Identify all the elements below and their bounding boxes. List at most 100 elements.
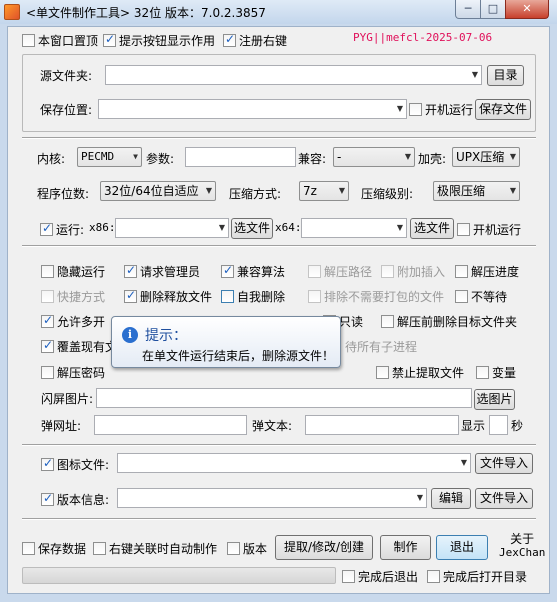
icon-file-combo[interactable]: ▼ (117, 453, 471, 473)
extract-progress-label: 解压进度 (471, 265, 520, 279)
extract-path-label: 解压路径 (324, 265, 373, 279)
source-folder-combo[interactable]: ▼ (105, 65, 482, 85)
make-button[interactable]: 制作 (380, 535, 431, 560)
x86-combo[interactable]: ▼ (115, 218, 229, 238)
x64-combo[interactable]: ▼ (301, 218, 407, 238)
seconds-label: 秒 (511, 419, 524, 433)
version-info-checkbox[interactable]: 版本信息: (41, 491, 109, 508)
splash-input[interactable] (96, 388, 472, 408)
checkbox-box[interactable] (41, 265, 54, 278)
checkbox-box[interactable] (227, 542, 240, 555)
checkbox-box[interactable] (124, 263, 137, 278)
exit-button[interactable]: 退出 (436, 535, 488, 560)
wait-all-children-label: 待所有子进程 (345, 340, 418, 354)
register-right-click-label: 注册右键 (239, 34, 288, 48)
checkbox-box[interactable] (376, 366, 389, 379)
checkbox-box[interactable] (93, 542, 106, 555)
save-file-button[interactable]: 保存文件 (475, 99, 531, 120)
checkbox-box[interactable] (427, 570, 440, 583)
overwrite-existing-label: 覆盖现有文 (57, 340, 118, 354)
about-link[interactable]: 关于 JexChan (499, 532, 545, 560)
checkbox-box[interactable] (41, 456, 54, 471)
no-wait-checkbox[interactable]: 不等待 (455, 288, 507, 305)
request-admin-checkbox[interactable]: 请求管理员 (124, 263, 200, 280)
checkbox-box[interactable] (40, 221, 53, 236)
checkbox-box[interactable] (103, 32, 116, 47)
run-checkbox[interactable]: 运行: (40, 221, 84, 238)
checkbox-box[interactable] (457, 223, 470, 236)
exit-when-done-checkbox[interactable]: 完成后退出 (342, 568, 418, 585)
kernel-select[interactable]: PECMD ▼ (77, 147, 142, 167)
version-info-combo[interactable]: ▼ (117, 488, 427, 508)
checkbox-box[interactable] (221, 263, 234, 278)
mutate-checkbox[interactable]: 变量 (476, 364, 516, 381)
open-dir-when-done-checkbox[interactable]: 完成后打开目录 (427, 568, 527, 585)
checkbox-box[interactable] (476, 366, 489, 379)
checkbox-box[interactable] (223, 32, 236, 47)
checkbox-box[interactable] (41, 313, 54, 328)
checkbox-box[interactable] (22, 542, 35, 555)
close-button[interactable]: ✕ (505, 0, 549, 19)
hidden-run-checkbox[interactable]: 隐藏运行 (41, 263, 105, 280)
version-import-button[interactable]: 文件导入 (475, 488, 533, 509)
extract-progress-checkbox[interactable]: 解压进度 (455, 263, 519, 280)
compress-method-select[interactable]: 7z ▼ (299, 181, 349, 201)
right-click-auto-checkbox[interactable]: 右键关联时自动制作 (93, 540, 217, 557)
x64-select-file-button[interactable]: 选文件 (410, 218, 454, 239)
compat-select[interactable]: - ▼ (333, 147, 415, 167)
shell-select[interactable]: UPX压缩 ▼ (452, 147, 520, 167)
extract-path-checkbox: 解压路径 (308, 263, 372, 280)
checkbox-box[interactable] (41, 366, 54, 379)
save-location-combo[interactable]: ▼ (98, 99, 407, 119)
show-seconds-input[interactable] (489, 415, 508, 435)
checkbox-box[interactable] (455, 265, 468, 278)
compat-algo-checkbox[interactable]: 兼容算法 (221, 263, 285, 280)
delete-released-checkbox[interactable]: 删除释放文件 (124, 288, 212, 305)
icon-import-button[interactable]: 文件导入 (475, 453, 533, 474)
source-startup-run-checkbox[interactable]: 开机运行 (409, 101, 473, 118)
params-input[interactable] (185, 147, 296, 167)
stay-on-top-checkbox[interactable]: 本窗口置顶 (22, 32, 98, 49)
attach-insert-label: 附加插入 (397, 265, 446, 279)
x64-label: x64: (275, 221, 302, 234)
version-checkbox[interactable]: 版本 (227, 540, 267, 557)
icon-file-checkbox[interactable]: 图标文件: (41, 456, 109, 473)
tooltip-buttons-checkbox[interactable]: 提示按钮显示作用 (103, 32, 215, 49)
options-startup-run-checkbox[interactable]: 开机运行 (457, 221, 521, 238)
delete-target-before-checkbox[interactable]: 解压前删除目标文件夹 (381, 313, 517, 330)
save-data-checkbox[interactable]: 保存数据 (22, 540, 86, 557)
version-info-label: 版本信息: (57, 493, 110, 507)
extract-password-label: 解压密码 (57, 366, 106, 380)
checkbox-box[interactable] (41, 338, 54, 353)
compress-level-select[interactable]: 极限压缩 ▼ (433, 181, 520, 201)
edit-version-button[interactable]: 编辑 (431, 488, 471, 509)
allow-multi-checkbox[interactable]: 允许多开 (41, 313, 105, 330)
checkbox-box[interactable] (41, 491, 54, 506)
select-image-button[interactable]: 选图片 (474, 389, 515, 410)
arch-select[interactable]: 32位/64位自适应 ▼ (100, 181, 216, 201)
overwrite-existing-checkbox[interactable]: 覆盖现有文 (41, 338, 117, 355)
popup-url-input[interactable] (94, 415, 247, 435)
checkbox-box[interactable] (221, 290, 234, 303)
checkbox-box[interactable] (455, 290, 468, 303)
extract-password-checkbox[interactable]: 解压密码 (41, 364, 105, 381)
x86-select-file-button[interactable]: 选文件 (231, 218, 273, 239)
about-label: 关于 (510, 532, 535, 546)
checkbox-box[interactable] (124, 288, 137, 303)
forbid-extract-checkbox[interactable]: 禁止提取文件 (376, 364, 464, 381)
popup-url-label: 弹网址: (41, 419, 82, 433)
icon-file-label: 图标文件: (57, 458, 110, 472)
startup-run-label: 开机运行 (425, 103, 474, 117)
self-delete-checkbox[interactable]: 自我删除 (221, 288, 285, 305)
extract-edit-create-button[interactable]: 提取/修改/创建 (275, 535, 373, 560)
checkbox-box[interactable] (22, 34, 35, 47)
maximize-button[interactable]: □ (480, 0, 506, 19)
popup-text-input[interactable] (305, 415, 459, 435)
checkbox-box[interactable] (381, 315, 394, 328)
checkbox-box[interactable] (409, 103, 422, 116)
browse-dir-button[interactable]: 目录 (487, 65, 524, 86)
checkbox-box (41, 290, 54, 303)
minimize-button[interactable]: ─ (455, 0, 481, 19)
register-right-click-checkbox[interactable]: 注册右键 (223, 32, 287, 49)
checkbox-box[interactable] (342, 570, 355, 583)
